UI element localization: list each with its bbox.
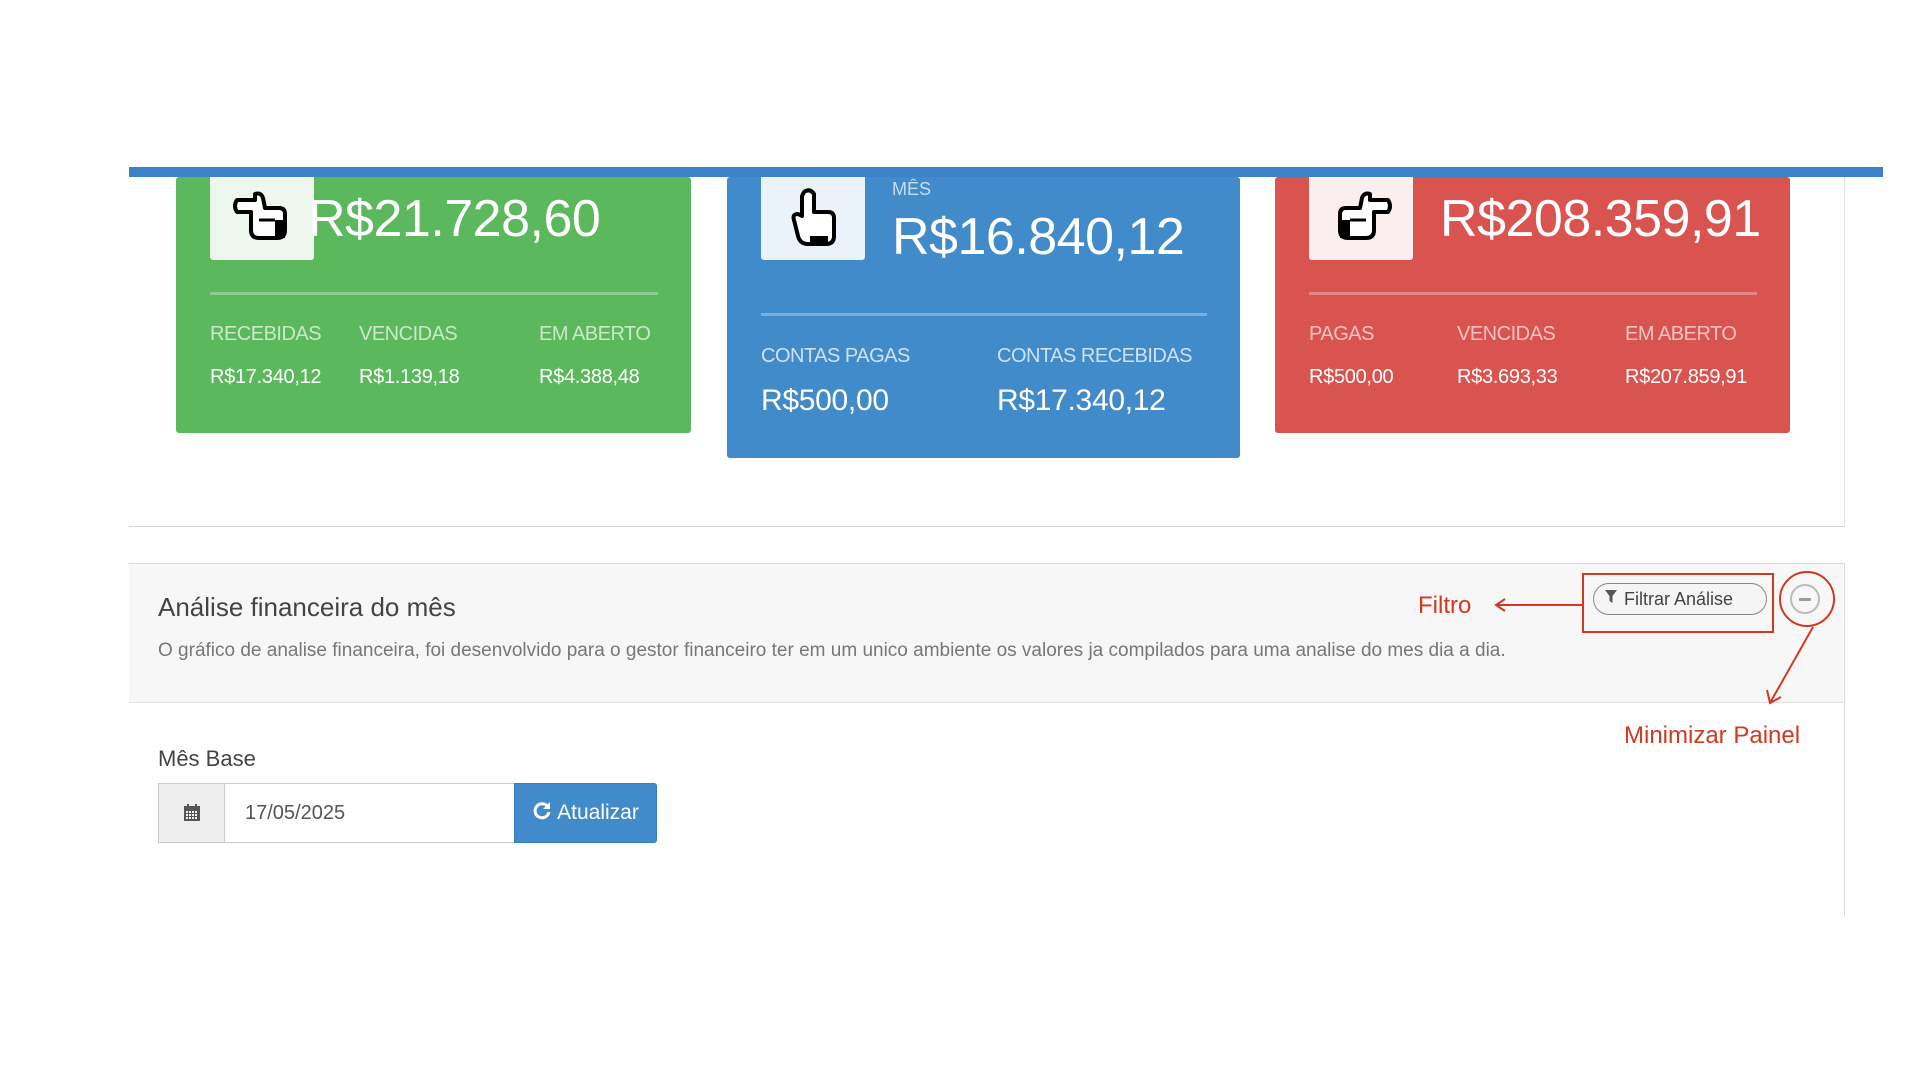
refresh-button-label: Atualizar — [557, 801, 639, 824]
card-contas-pagar: R$208.359,91 PAGAS VENCIDAS EM ABERTO R$… — [1275, 177, 1790, 433]
card-total-value: R$21.728,60 — [308, 190, 601, 248]
hand-pointing-right-icon — [1309, 177, 1413, 260]
card-label-recebidas: RECEBIDAS — [210, 323, 322, 345]
card-value-contas-pagas: R$500,00 — [761, 384, 889, 417]
card-label-contas-recebidas: CONTAS RECEBIDAS — [997, 345, 1193, 367]
card-contas-receber: R$21.728,60 RECEBIDAS VENCIDAS EM ABERTO… — [176, 177, 691, 433]
card-value-em-aberto: R$4.388,48 — [539, 366, 640, 388]
card-title-mes: MÊS — [892, 179, 932, 199]
annotation-arrows — [1494, 598, 1814, 705]
card-value-vencidas: R$1.139,18 — [359, 366, 460, 388]
card-value-contas-recebidas: R$17.340,12 — [997, 384, 1166, 417]
panel-description: O gráfico de analise financeira, foi des… — [158, 640, 1506, 661]
card-label-em-aberto: EM ABERTO — [1625, 323, 1737, 345]
mes-base-label: Mês Base — [158, 746, 256, 771]
annotation-filtro: Filtro — [1418, 592, 1472, 619]
card-label-contas-pagas: CONTAS PAGAS — [761, 345, 910, 367]
hand-pointing-down-icon — [761, 177, 865, 260]
card-divider — [210, 292, 658, 295]
card-value-pagas: R$500,00 — [1309, 366, 1394, 388]
refresh-button[interactable]: Atualizar — [514, 783, 657, 843]
top-accent-bar — [129, 167, 1883, 177]
card-value-recebidas: R$17.340,12 — [210, 366, 322, 388]
annotation-minimizar-painel: Minimizar Painel — [1624, 722, 1801, 749]
card-value-vencidas: R$3.693,33 — [1457, 366, 1558, 388]
filter-highlight-box — [1582, 573, 1774, 633]
date-input[interactable] — [224, 783, 515, 843]
hand-pointing-left-icon — [210, 177, 314, 260]
card-divider — [1309, 292, 1757, 295]
card-label-vencidas: VENCIDAS — [359, 323, 458, 345]
card-value-em-aberto: R$207.859,91 — [1625, 366, 1748, 388]
card-label-em-aberto: EM ABERTO — [539, 323, 651, 345]
card-mes: MÊS R$16.840,12 CONTAS PAGAS CONTAS RECE… — [727, 177, 1240, 458]
card-total-value: R$208.359,91 — [1440, 190, 1761, 248]
calendar-icon[interactable] — [158, 783, 225, 843]
card-label-vencidas: VENCIDAS — [1457, 323, 1556, 345]
card-total-value: R$16.840,12 — [892, 208, 1185, 266]
refresh-icon — [532, 800, 552, 826]
card-divider — [761, 313, 1207, 316]
minimize-highlight-circle — [1779, 571, 1835, 627]
card-label-pagas: PAGAS — [1309, 323, 1374, 345]
panel-title: Análise financeira do mês — [158, 592, 456, 622]
